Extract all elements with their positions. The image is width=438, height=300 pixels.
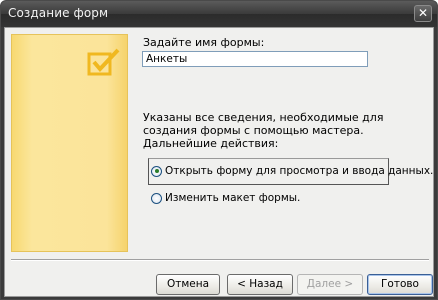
form-wizard-dialog: Создание форм ✕ Задайте имя формы: Указа…: [0, 0, 438, 300]
radio-modify-layout[interactable]: Изменить макет формы.: [151, 192, 300, 204]
next-button[interactable]: Далее >: [297, 274, 363, 295]
info-text: Указаны все сведения, необходимые для со…: [143, 111, 384, 137]
back-button[interactable]: < Назад: [227, 274, 293, 295]
close-button[interactable]: ✕: [414, 5, 432, 22]
close-icon: ✕: [417, 6, 429, 20]
radio-unchecked-icon[interactable]: [151, 192, 162, 204]
dialog-body: Задайте имя формы: Указаны все сведения,…: [4, 27, 434, 297]
next-actions-label: Дальнейшие действия:: [143, 137, 279, 150]
divider: [11, 259, 429, 261]
radio-checked-icon[interactable]: [151, 165, 162, 177]
checkbox-checked-icon: [87, 48, 120, 76]
radio-open-form[interactable]: Открыть форму для просмотра и ввода данн…: [151, 165, 433, 177]
radio-modify-layout-label: Изменить макет формы.: [165, 192, 301, 204]
title-bar[interactable]: Создание форм ✕: [1, 1, 437, 27]
cancel-button[interactable]: Отмена: [156, 274, 220, 295]
finish-button[interactable]: Готово: [367, 274, 433, 295]
form-name-input[interactable]: [142, 51, 368, 67]
window-title: Создание форм: [8, 6, 109, 20]
form-name-label: Задайте имя формы:: [143, 36, 265, 49]
radio-open-form-label: Открыть форму для просмотра и ввода данн…: [165, 165, 434, 177]
wizard-side-image: [11, 34, 128, 252]
